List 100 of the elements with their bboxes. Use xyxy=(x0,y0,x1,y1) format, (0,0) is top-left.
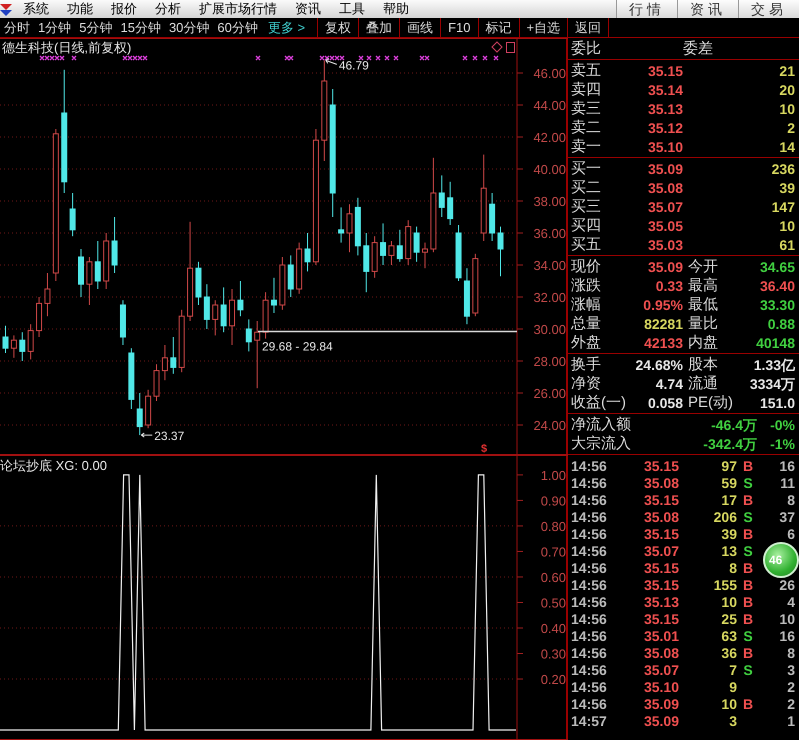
row-label: 最高 xyxy=(688,278,719,293)
volume-value: 39 xyxy=(778,180,795,194)
tick-time: 14:56 xyxy=(571,646,608,660)
stat-value: 4.74 xyxy=(654,376,683,390)
period-tab[interactable]: 分时 xyxy=(0,18,34,37)
axis-label: 44.00 xyxy=(533,98,566,113)
quote-value: 0.33 xyxy=(654,278,683,292)
candlestick xyxy=(70,192,76,237)
quote-value: 42133 xyxy=(643,336,683,350)
candlestick xyxy=(270,277,277,314)
stat-value: 24.68% xyxy=(635,358,683,372)
candlestick xyxy=(28,324,34,360)
tick-time: 14:56 xyxy=(571,526,608,540)
volume-value: 147 xyxy=(770,200,795,214)
period-tab[interactable]: 60分钟 xyxy=(213,18,262,37)
candlestick xyxy=(279,256,286,310)
price-value: 35.15 xyxy=(646,64,683,78)
candlestick xyxy=(170,336,176,374)
axis-label: 0.40 xyxy=(540,621,566,636)
menu-item[interactable]: 工具 xyxy=(330,0,374,18)
row-label: 收益(一) xyxy=(571,395,627,410)
menu-item[interactable]: 功能 xyxy=(58,0,102,18)
tick-price: 35.15 xyxy=(642,458,679,472)
more-link[interactable]: 更多 > xyxy=(262,18,318,37)
candlestick xyxy=(338,206,344,244)
trade-side: B xyxy=(742,594,754,608)
row-label: 涨跌 xyxy=(571,278,602,293)
trade-side: B xyxy=(742,578,754,592)
toolbar-button[interactable]: 返回 xyxy=(567,18,610,37)
candlestick xyxy=(246,318,252,352)
tick-volume: 155 xyxy=(712,578,737,592)
tick-price: 35.07 xyxy=(642,662,679,676)
tick-count: 8 xyxy=(786,646,795,660)
tick-price: 35.15 xyxy=(642,578,679,592)
trade-side: B xyxy=(742,458,754,472)
tick-count: 16 xyxy=(778,458,795,472)
tick-count: 1 xyxy=(786,714,795,728)
window-icon[interactable] xyxy=(506,42,515,53)
tick-price: 35.08 xyxy=(642,510,679,524)
candlestick xyxy=(456,224,462,282)
trade-side: B xyxy=(742,526,754,540)
row-label: 买四 xyxy=(571,218,602,233)
flow-value: -46.4万 xyxy=(710,418,757,432)
row-label: 内盘 xyxy=(688,335,719,350)
axis-label: 0.70 xyxy=(540,544,566,560)
axis-label: 0.60 xyxy=(540,570,566,585)
period-tab[interactable]: 5分钟 xyxy=(75,18,116,37)
row-label: 现价 xyxy=(571,259,602,274)
volume-value: 236 xyxy=(770,162,795,176)
tick-count: 2 xyxy=(786,696,795,710)
volume-value: 10 xyxy=(778,102,795,116)
price-value: 35.03 xyxy=(646,238,683,252)
menu-item[interactable]: 分析 xyxy=(146,0,190,18)
axis-label: 32.00 xyxy=(533,290,566,305)
axis-label: 42.00 xyxy=(533,130,566,145)
row-label: 股本 xyxy=(688,357,719,372)
candlestick xyxy=(195,261,202,306)
menu-item[interactable]: 资讯 xyxy=(286,0,330,18)
candlestick xyxy=(36,296,42,338)
tick-volume: 9 xyxy=(728,680,737,694)
axis-label: 36.00 xyxy=(533,226,566,241)
menu-item[interactable]: 扩展市场行情 xyxy=(190,0,286,18)
period-tab[interactable]: 30分钟 xyxy=(164,18,214,37)
row-label: 量比 xyxy=(688,316,719,331)
candlestick xyxy=(212,300,218,336)
menu-item[interactable]: 报价 xyxy=(102,0,146,18)
tick-volume: 3 xyxy=(728,714,737,728)
leader-line xyxy=(325,58,338,65)
tick-count: 2 xyxy=(786,680,795,694)
tick-price: 35.15 xyxy=(642,560,679,574)
menu-tab[interactable]: 行情 xyxy=(616,0,677,18)
row-label: 大宗流入 xyxy=(571,436,632,451)
tick-time: 14:56 xyxy=(571,612,608,626)
tick-count: 10 xyxy=(778,612,795,626)
price-value: 35.08 xyxy=(646,180,683,194)
tick-volume: 8 xyxy=(728,560,737,574)
row-label: 买一 xyxy=(571,161,602,176)
candlestick xyxy=(10,334,17,358)
period-tab[interactable]: 15分钟 xyxy=(116,18,165,37)
quote-value: 35.09 xyxy=(646,260,683,274)
tick-volume: 17 xyxy=(720,492,737,506)
volume-value: 21 xyxy=(778,64,795,78)
candlestick xyxy=(354,197,361,256)
menu-item[interactable]: 帮助 xyxy=(374,0,418,18)
menu-item[interactable]: 系统 xyxy=(14,0,58,18)
row-label: 买五 xyxy=(571,237,602,252)
diamond-icon[interactable] xyxy=(491,41,503,53)
tick-price: 35.09 xyxy=(642,696,679,710)
menu-tab[interactable]: 交易 xyxy=(738,0,799,18)
trade-side: S xyxy=(742,544,754,558)
tick-price: 35.07 xyxy=(642,544,679,558)
tick-time: 14:57 xyxy=(571,714,608,728)
period-tab[interactable]: 1分钟 xyxy=(34,18,76,37)
row-label: 买二 xyxy=(571,180,602,195)
menu-tab[interactable]: 资讯 xyxy=(677,0,738,18)
candlestick xyxy=(103,232,110,290)
tick-volume: 13 xyxy=(720,544,737,558)
candlestick xyxy=(2,325,8,354)
tick-price: 35.15 xyxy=(642,492,679,506)
candlestick xyxy=(154,364,160,402)
